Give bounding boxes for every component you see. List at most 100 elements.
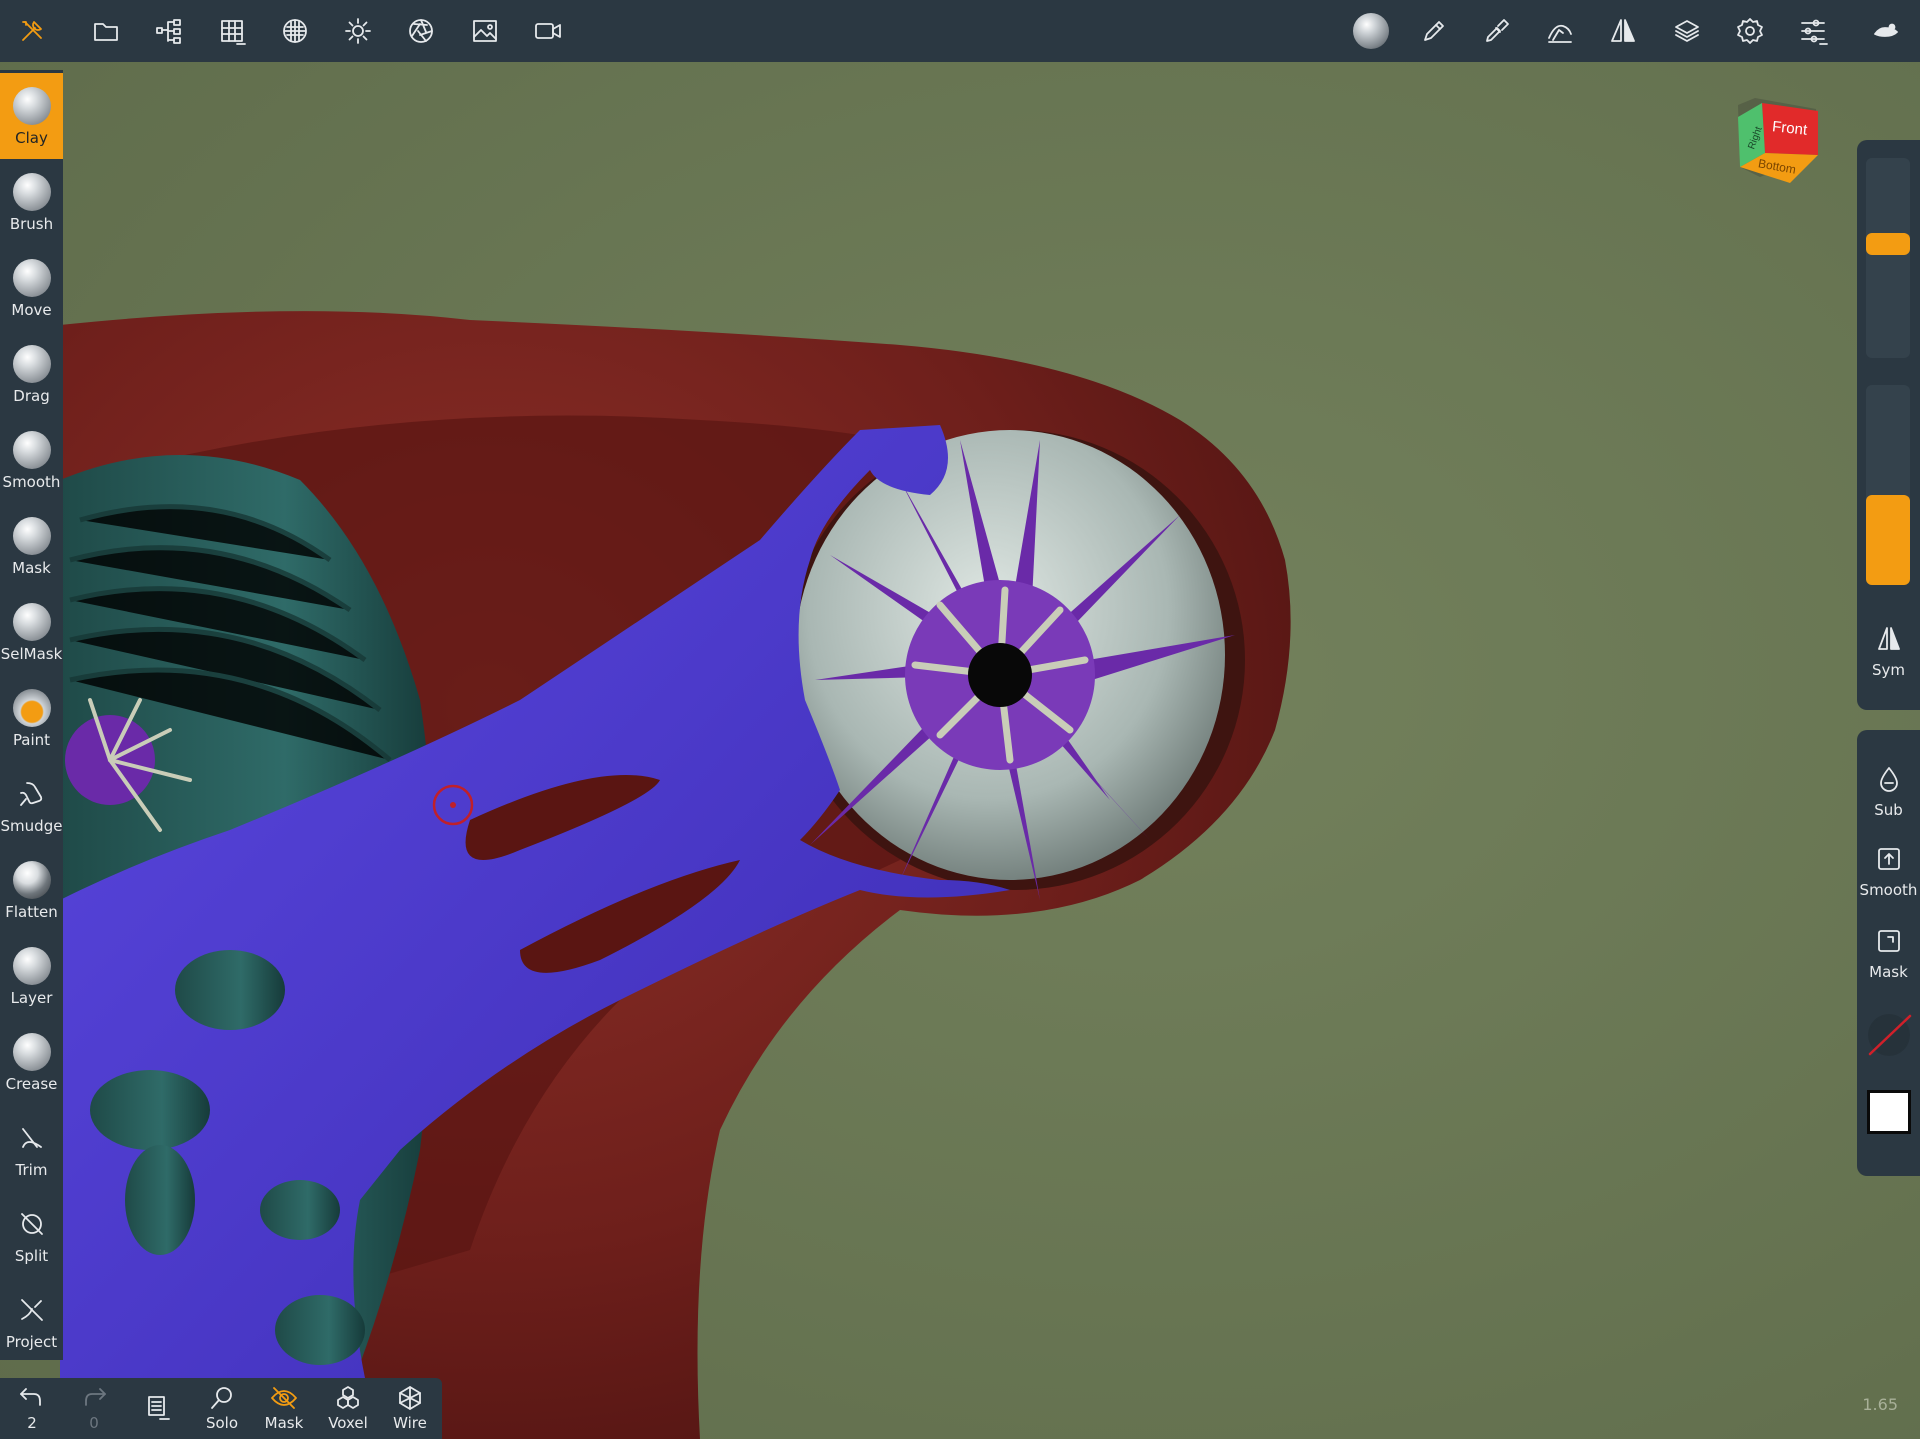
navigation-cube[interactable]: Front Right Bottom (1730, 95, 1825, 195)
brush-settings-icon[interactable] (1466, 0, 1528, 62)
image-icon[interactable] (454, 0, 516, 62)
search-icon (211, 1387, 232, 1409)
paint-color-swatch[interactable] (1857, 1090, 1920, 1134)
tool-brush[interactable]: Brush (0, 159, 63, 245)
drag-sphere-icon (12, 345, 51, 383)
redo-button[interactable]: 0 (64, 1378, 124, 1439)
tool-label: Brush (9, 215, 54, 233)
pencil-icon[interactable] (1403, 0, 1465, 62)
gear-icon[interactable] (1719, 0, 1781, 62)
symmetry-button[interactable]: Sym (1857, 625, 1920, 679)
tool-sidebar: Clay Brush Move Drag Smooth Mask SelMask… (0, 70, 63, 1360)
undo-button[interactable]: 2 (2, 1378, 62, 1439)
light-icon[interactable] (327, 0, 389, 62)
tool-flatten[interactable]: Flatten (0, 847, 63, 933)
tool-label: Mask (12, 559, 51, 577)
intensity-slider[interactable] (1866, 385, 1910, 585)
undo-icon (20, 1388, 41, 1406)
drop-minus-icon (1879, 767, 1898, 792)
tool-label: Layer (10, 989, 53, 1007)
bottom-toolbar: 2 0 Solo Mask Voxel Wire (0, 1378, 442, 1439)
tool-trim[interactable]: Trim (0, 1105, 63, 1191)
aperture-icon[interactable] (390, 0, 452, 62)
project-icon (13, 1291, 51, 1329)
tool-label: Split (14, 1247, 49, 1265)
radius-slider-handle[interactable] (1866, 233, 1910, 255)
folder-icon[interactable] (75, 0, 137, 62)
mask-label: Mask (1869, 963, 1908, 981)
stroke-icon[interactable] (1529, 0, 1591, 62)
scene-tree-icon[interactable] (138, 0, 200, 62)
smooth-sphere-icon (12, 431, 51, 469)
mask-visibility-button[interactable]: Mask (254, 1378, 314, 1439)
stroke-modifier-panel: Sub Smooth Mask (1857, 730, 1920, 1176)
tool-clay[interactable]: Clay (0, 73, 63, 159)
symmetry-icon (1877, 627, 1900, 650)
mask-square-icon (1877, 930, 1900, 952)
list-icon (148, 1396, 170, 1420)
crease-sphere-icon (12, 1033, 51, 1071)
tool-mask[interactable]: Mask (0, 503, 63, 589)
smooth-label: Smooth (1859, 881, 1918, 899)
sub-button[interactable]: Sub (1857, 765, 1920, 819)
symmetry-icon[interactable] (1592, 0, 1654, 62)
tool-move[interactable]: Move (0, 245, 63, 331)
voxel-label: Voxel (328, 1414, 368, 1432)
tool-selmask[interactable]: SelMask (0, 589, 63, 675)
layers-icon[interactable] (1656, 0, 1718, 62)
tool-project[interactable]: Project (0, 1277, 63, 1363)
solo-label: Solo (205, 1414, 239, 1432)
tool-label: Smudge (0, 817, 63, 835)
smooth-square-icon (1877, 848, 1900, 870)
brush-settings-panel: Sym (1857, 140, 1920, 710)
tools-icon[interactable] (1, 0, 63, 62)
mask-sphere-icon (12, 517, 51, 555)
trim-icon (13, 1119, 51, 1157)
tool-drag[interactable]: Drag (0, 331, 63, 417)
move-sphere-icon (12, 259, 51, 297)
3d-viewport[interactable] (0, 62, 1920, 1439)
material-sphere-icon[interactable] (264, 0, 326, 62)
version-label: 1.65 (1862, 1395, 1898, 1414)
white-swatch-icon (1866, 1090, 1911, 1134)
radius-slider[interactable] (1866, 158, 1910, 358)
tool-label: SelMask (0, 645, 63, 663)
mask-modifier-button[interactable]: Mask (1857, 927, 1920, 981)
tool-label: Crease (5, 1075, 58, 1093)
grid-icon[interactable] (201, 0, 263, 62)
tool-smudge[interactable]: Smudge (0, 761, 63, 847)
solo-button[interactable]: Solo (192, 1378, 252, 1439)
tool-smooth[interactable]: Smooth (0, 417, 63, 503)
tool-split[interactable]: Split (0, 1191, 63, 1277)
tool-layer[interactable]: Layer (0, 933, 63, 1019)
clay-sphere-icon (12, 87, 51, 125)
matcap-sphere-icon[interactable] (1340, 0, 1402, 62)
tool-crease[interactable]: Crease (0, 1019, 63, 1105)
tool-label: Drag (13, 387, 50, 405)
tool-paint[interactable]: Paint (0, 675, 63, 761)
material-color-button[interactable] (1857, 1012, 1920, 1058)
smudge-icon (13, 775, 51, 813)
eye-hidden-icon (271, 1387, 297, 1409)
voxel-button[interactable]: Voxel (318, 1378, 378, 1439)
flatten-sphere-icon (12, 861, 51, 899)
sliders-icon[interactable] (1782, 0, 1844, 62)
split-icon (13, 1205, 51, 1243)
tool-label: Flatten (5, 903, 58, 921)
top-toolbar (0, 0, 1920, 62)
redo-count: 0 (89, 1414, 99, 1432)
smooth-modifier-button[interactable]: Smooth (1857, 845, 1920, 899)
scene-list-button[interactable] (128, 1378, 188, 1439)
sculpt-model (0, 62, 1920, 1439)
tool-label: Smooth (2, 473, 61, 491)
selmask-sphere-icon (12, 603, 51, 641)
tool-label: Project (5, 1333, 58, 1351)
voxel-cubes-icon (337, 1386, 359, 1409)
mask-label: Mask (264, 1414, 304, 1432)
no-material-icon (1867, 1014, 1911, 1056)
more-icon[interactable] (1855, 0, 1917, 62)
video-icon[interactable] (517, 0, 579, 62)
redo-icon (85, 1388, 106, 1406)
wireframe-button[interactable]: Wire (380, 1378, 440, 1439)
tool-label: Clay (15, 129, 48, 147)
